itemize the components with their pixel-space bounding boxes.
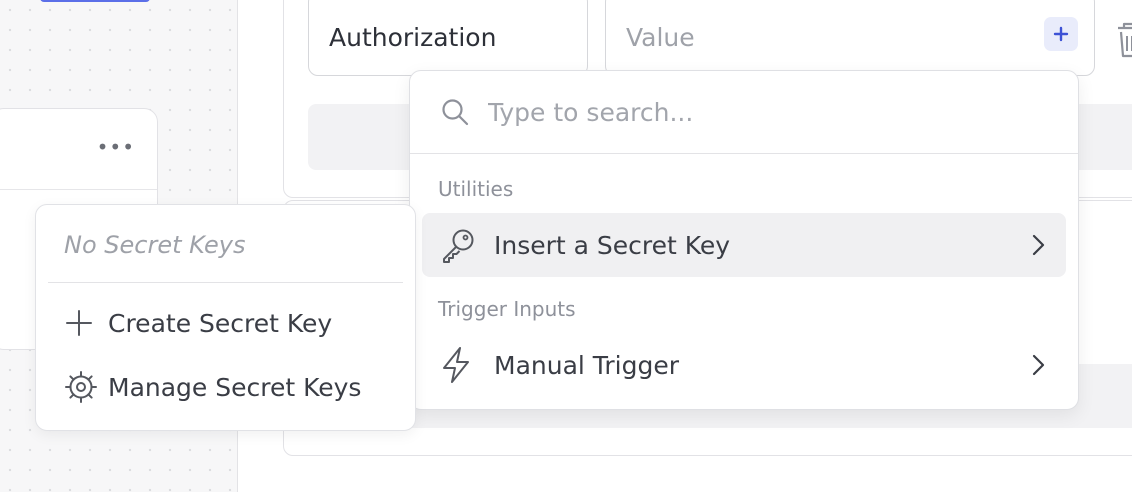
chevron-right-icon	[1030, 353, 1046, 381]
menu-item-label: Manual Trigger	[494, 350, 680, 380]
secret-keys-submenu: No Secret Keys Create Secret Key Manage …	[35, 204, 416, 431]
header-name-field[interactable]: Authorization	[308, 0, 588, 76]
plus-icon	[1053, 26, 1069, 42]
trash-icon	[1118, 22, 1132, 58]
header-value-field[interactable]: Value	[605, 0, 1095, 76]
search-icon	[440, 97, 470, 131]
menu-item-label: Insert a Secret Key	[494, 230, 731, 260]
header-name-value: Authorization	[329, 23, 497, 52]
header-value-placeholder: Value	[626, 23, 695, 52]
chevron-right-icon	[1030, 233, 1046, 261]
group-label-utilities: Utilities	[438, 177, 514, 201]
delete-header-button[interactable]	[1114, 20, 1132, 64]
lightning-icon	[440, 346, 484, 384]
manage-secret-keys-button[interactable]: Manage Secret Keys	[48, 359, 403, 415]
key-icon	[440, 227, 484, 263]
more-options-icon[interactable]: •••	[97, 137, 135, 157]
search-input[interactable]	[486, 91, 1030, 133]
menu-item-insert-secret-key[interactable]: Insert a Secret Key	[422, 213, 1066, 277]
node-accent-bar	[40, 0, 150, 2]
plus-icon	[64, 308, 104, 338]
variable-picker-dropdown: Utilities Insert a Secret Key Trigger In…	[409, 70, 1079, 410]
insert-variable-button[interactable]	[1044, 17, 1078, 51]
node-divider	[0, 189, 157, 190]
submenu-divider	[48, 282, 403, 283]
create-secret-key-label: Create Secret Key	[108, 308, 333, 338]
search-row	[410, 71, 1078, 154]
no-secret-keys-text: No Secret Keys	[64, 231, 246, 259]
create-secret-key-button[interactable]: Create Secret Key	[48, 295, 403, 351]
group-label-trigger-inputs: Trigger Inputs	[438, 297, 576, 321]
gear-icon	[64, 370, 104, 404]
menu-item-manual-trigger[interactable]: Manual Trigger	[422, 333, 1066, 397]
manage-secret-keys-label: Manage Secret Keys	[108, 372, 362, 402]
